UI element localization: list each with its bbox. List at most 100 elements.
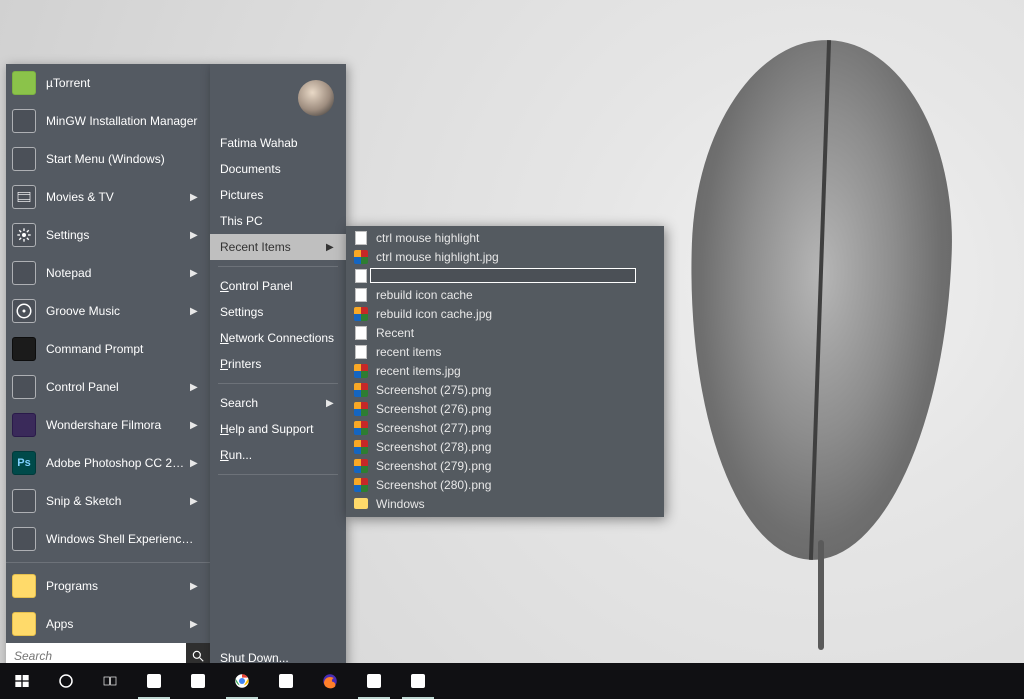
firefox[interactable] [308,663,352,699]
start-menu-tail-item[interactable]: Programs▶ [6,567,210,605]
start-menu-item[interactable]: MinGW Installation Manager [6,102,210,140]
recent-item-label: Windows [376,497,656,511]
start-menu-label: MinGW Installation Manager [46,114,200,128]
recent-item[interactable]: Windows [346,494,664,513]
chevron-right-icon: ▶ [190,458,200,469]
recent-item[interactable]: Screenshot (279).png [346,456,664,475]
system-item[interactable]: Printers [210,351,346,377]
start-menu-divider [6,562,210,563]
start-menu-tail-item[interactable]: Apps▶ [6,605,210,643]
tools-item[interactable]: Search▶ [210,390,346,416]
start-menu-label: Windows Shell Experience Host [46,532,200,546]
chrome-icon [233,672,251,690]
explorer-icon [147,674,161,688]
recent-item[interactable]: recent items [346,342,664,361]
start-menu-item[interactable]: PsAdobe Photoshop CC 2018▶ [6,444,210,482]
start-button[interactable] [0,663,44,699]
tools-item[interactable]: Help and Support [210,416,346,442]
chevron-right-icon: ▶ [190,306,200,317]
start-menu-label: Movies & TV [46,190,190,204]
filmora-icon [12,413,36,437]
start-menu-label: Wondershare Filmora [46,418,190,432]
system-item[interactable]: Settings [210,299,346,325]
image-icon [354,307,368,321]
document-icon [354,345,368,359]
start-menu-item[interactable]: Groove Music▶ [6,292,210,330]
start-menu-label: Groove Music [46,304,190,318]
start-menu-item[interactable]: Control Panel▶ [6,368,210,406]
start-menu-item[interactable]: Snip & Sketch▶ [6,482,210,520]
avatar[interactable] [298,80,334,116]
chevron-right-icon: ▶ [190,581,200,592]
start-menu-label: Notepad [46,266,190,280]
start-menu-tail-label: Programs [46,579,190,593]
notepad-icon [12,261,36,285]
recent-item[interactable]: Recent [346,323,664,342]
system-label: Printers [220,357,336,371]
system-item[interactable]: Control Panel [210,273,346,299]
recent-item[interactable]: Screenshot (275).png [346,380,664,399]
start-menu-item[interactable]: Start Menu (Windows) [6,140,210,178]
image-icon [354,383,368,397]
setup-icon [12,109,36,133]
recent-item[interactable]: ctrl mouse highlight [346,228,664,247]
start-menu-item[interactable]: Movies & TV▶ [6,178,210,216]
places-label: This PC [220,214,336,228]
task-view[interactable] [88,663,132,699]
chevron-right-icon: ▶ [190,268,200,279]
notepad[interactable] [264,663,308,699]
word[interactable] [352,663,396,699]
tools-item[interactable]: Run... [210,442,346,468]
start-menu-item[interactable]: Windows Shell Experience Host [6,520,210,558]
recent-item[interactable]: Screenshot (280).png [346,475,664,494]
recent-item[interactable] [346,266,664,285]
image-icon [354,440,368,454]
chevron-right-icon: ▶ [190,420,200,431]
film-icon [16,189,32,205]
places-label: Recent Items [220,240,326,254]
app-misc[interactable] [396,663,440,699]
recent-item[interactable]: ctrl mouse highlight.jpg [346,247,664,266]
taskview-icon [101,673,119,689]
chrome[interactable] [220,663,264,699]
places-item[interactable]: Pictures [210,182,346,208]
film-icon [12,185,36,209]
user-name-row[interactable]: Fatima Wahab [210,130,346,156]
start-menu-item[interactable]: Notepad▶ [6,254,210,292]
taskbar [0,663,1024,699]
start-menu-item[interactable]: µTorrent [6,64,210,102]
recent-item-label: Screenshot (280).png [376,478,656,492]
tools-label: Search [220,396,326,410]
start-menu-item[interactable]: Command Prompt [6,330,210,368]
image-icon [354,421,368,435]
recent-item[interactable]: Screenshot (278).png [346,437,664,456]
recent-item[interactable]: rebuild icon cache [346,285,664,304]
recent-item-label: Screenshot (278).png [376,440,656,454]
windows-logo-icon [14,673,30,689]
pc-settings[interactable] [176,663,220,699]
start-menu-label: Start Menu (Windows) [46,152,200,166]
places-item[interactable]: This PC [210,208,346,234]
recent-item[interactable]: recent items.jpg [346,361,664,380]
recent-item[interactable]: Screenshot (277).png [346,418,664,437]
chevron-right-icon: ▶ [190,192,200,203]
document-icon [354,326,368,340]
gear-icon [16,227,32,243]
places-item[interactable]: Documents [210,156,346,182]
pc-icon [191,674,205,688]
wallpaper-stem [818,540,824,650]
start-menu-item[interactable]: Wondershare Filmora▶ [6,406,210,444]
start-menu-tail-label: Apps [46,617,190,631]
system-item[interactable]: Network Connections [210,325,346,351]
recent-item[interactable]: Screenshot (276).png [346,399,664,418]
rename-edit-box[interactable] [370,268,636,283]
recent-item[interactable]: rebuild icon cache.jpg [346,304,664,323]
disc-icon [15,302,33,320]
places-item[interactable]: Recent Items▶ [210,234,346,260]
cortana-circle[interactable] [44,663,88,699]
snip-icon [12,489,36,513]
recent-items-flyout: ctrl mouse highlightctrl mouse highlight… [346,226,664,517]
image-icon [354,364,368,378]
file-explorer[interactable] [132,663,176,699]
start-menu-item[interactable]: Settings▶ [6,216,210,254]
